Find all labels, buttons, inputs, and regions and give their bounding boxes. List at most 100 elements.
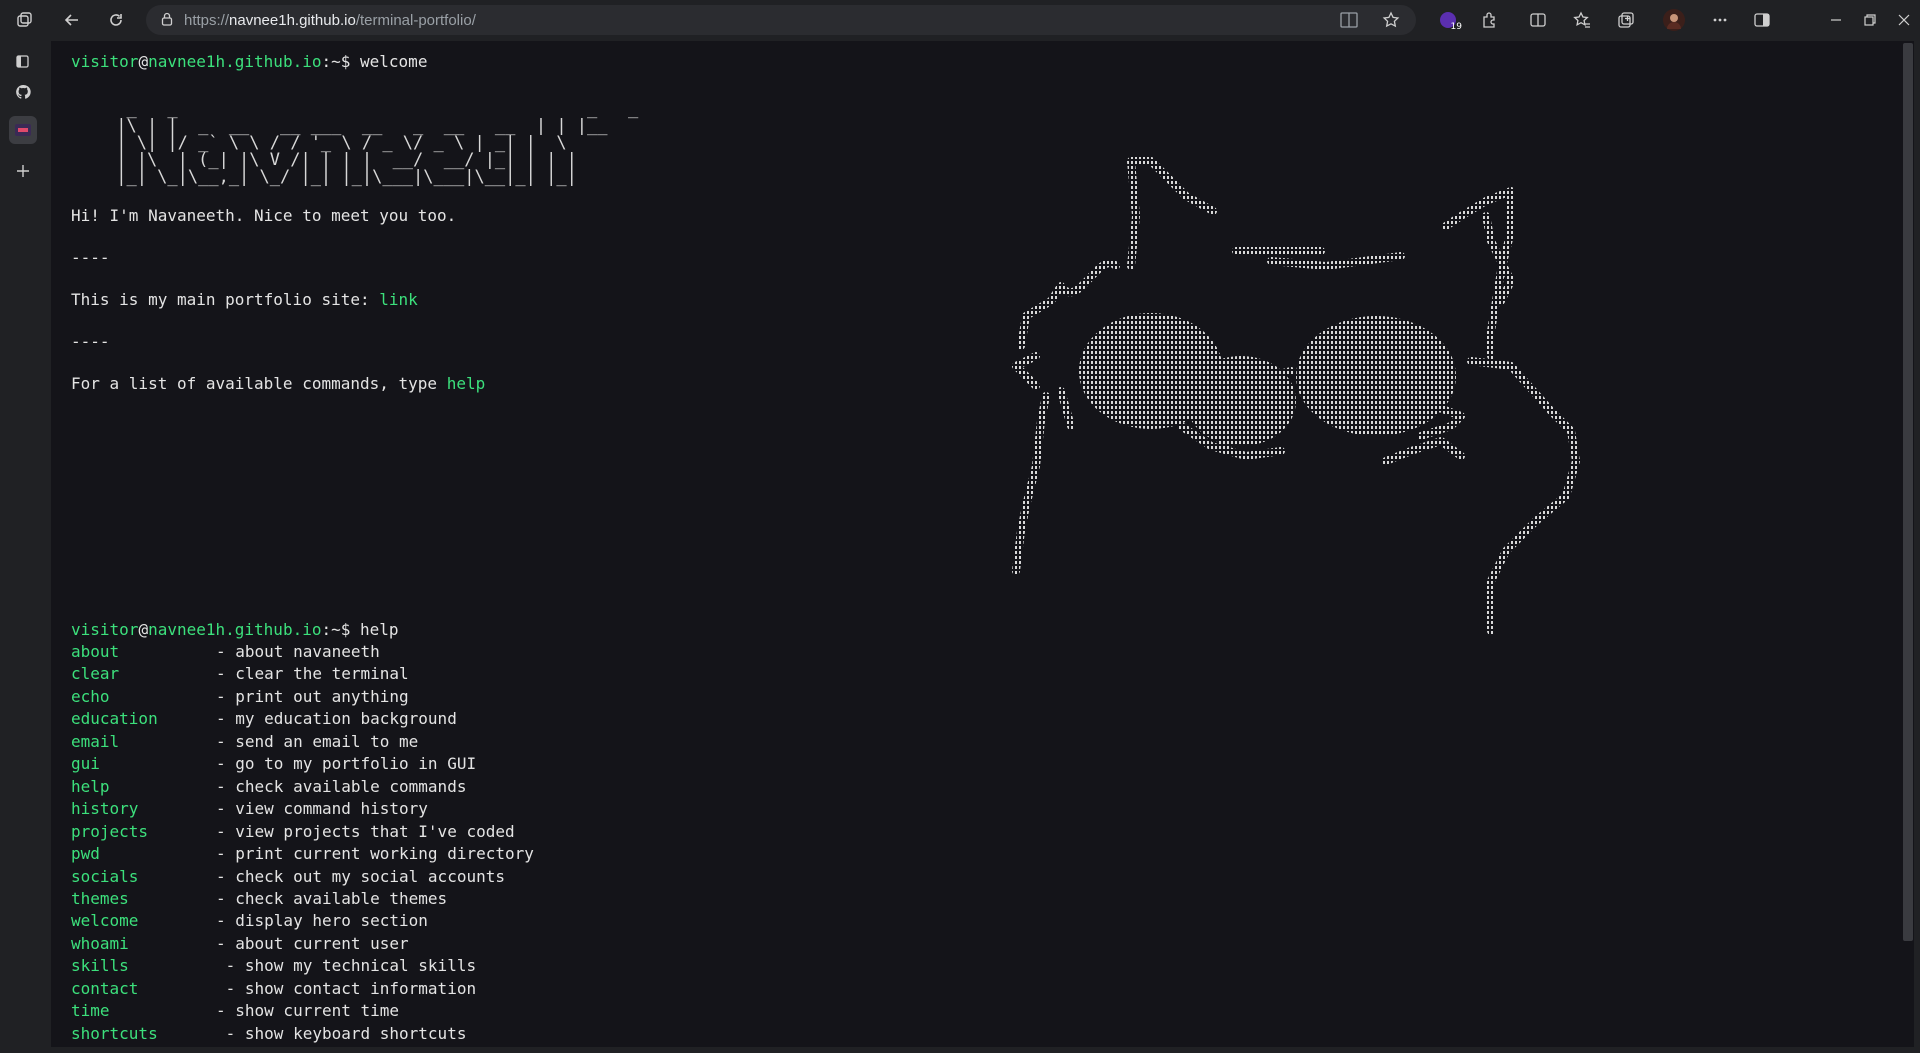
command-description: - view command history (216, 799, 428, 819)
prompt-at: @ (138, 52, 149, 71)
more-icon[interactable] (1706, 6, 1734, 34)
command-row-pwd: pwd - print current working directory (71, 843, 534, 865)
command-row-email: email - send an email to me (71, 731, 418, 753)
command-description: - print out anything (216, 686, 409, 706)
command-name[interactable]: contact (71, 978, 216, 1000)
command-row-education: education - my education background (71, 708, 457, 730)
command-description: - check out my social accounts (216, 866, 505, 886)
prompt-suffix: :~$ (321, 620, 351, 639)
command-description: - show contact information (216, 978, 477, 998)
command-row-gui: gui - go to my portfolio in GUI (71, 753, 476, 775)
browser-sidebar (0, 40, 46, 1053)
close-icon[interactable] (1890, 6, 1918, 34)
command-row-socials: socials - check out my social accounts (71, 866, 505, 888)
command-row-projects: projects - view projects that I've coded (71, 821, 515, 843)
workspaces-icon[interactable] (10, 6, 38, 34)
command-name[interactable]: projects (71, 821, 216, 843)
favorites-icon[interactable] (1568, 6, 1596, 34)
command-row-contact: contact - show contact information (71, 978, 476, 1000)
command-name[interactable]: time (71, 1000, 216, 1022)
back-icon[interactable] (58, 6, 86, 34)
extension-icon[interactable] (1476, 6, 1504, 34)
command-description: - go to my portfolio in GUI (216, 754, 477, 774)
prompt-line-help: visitor@navnee1h.github.io:~$ help (71, 619, 399, 641)
command-name[interactable]: shortcuts (71, 1023, 216, 1045)
command-description: - show keyboard shortcuts (216, 1023, 467, 1043)
command-description: - about current user (216, 933, 409, 953)
command-name[interactable]: echo (71, 686, 216, 708)
help-hint-text: For a list of available commands, type (71, 374, 447, 393)
profile-avatar[interactable] (1660, 6, 1688, 34)
star-icon[interactable] (1382, 11, 1400, 33)
portfolio-line: This is my main portfolio site: link (71, 289, 418, 311)
greeting-text: Hi! I'm Navaneeth. Nice to meet you too. (71, 206, 457, 225)
command-name[interactable]: about (71, 641, 216, 663)
command-name[interactable]: education (71, 708, 216, 730)
prompt-at: @ (138, 620, 149, 639)
terminal-window[interactable]: visitor@navnee1h.github.io:~$ welcome _ … (51, 41, 1900, 1047)
prompt-user: visitor (71, 52, 139, 71)
prompt-host: navnee1h.github.io (148, 620, 322, 639)
lock-icon[interactable] (160, 11, 174, 30)
extension-badge-icon[interactable]: 19 (1434, 6, 1462, 34)
command-row-echo: echo - print out anything (71, 686, 409, 708)
command-row-shortcuts: shortcuts - show keyboard shortcuts (71, 1023, 466, 1045)
separator-1: ---- (71, 248, 110, 267)
minimize-icon[interactable] (1822, 6, 1850, 34)
prompt-host: navnee1h.github.io (148, 52, 322, 71)
command-name[interactable]: whoami (71, 933, 216, 955)
scrollbar-thumb[interactable] (1903, 43, 1913, 941)
command-name[interactable]: socials (71, 866, 216, 888)
terminal-app-icon[interactable] (9, 116, 37, 144)
command-description: - view projects that I've coded (216, 821, 515, 841)
command-row-history: history - view command history (71, 798, 428, 820)
command-row-welcome: welcome - display hero section (71, 910, 428, 932)
restore-icon[interactable] (1856, 6, 1884, 34)
ascii-title: _ _ _ _ |\ | | _ __ __ ___ __ _ __ __ | … (116, 99, 639, 187)
command-description: - check available commands (216, 776, 467, 796)
command-name[interactable]: welcome (71, 910, 216, 932)
command-row-help: help - check available commands (71, 776, 466, 798)
split-screen-icon[interactable] (1524, 6, 1552, 34)
command-row-themes: themes - check available themes (71, 888, 447, 910)
sidebar-toggle-icon[interactable] (1748, 6, 1776, 34)
command-name[interactable]: skills (71, 955, 216, 977)
portfolio-text: This is my main portfolio site: (71, 290, 380, 309)
command-row-about: about - about navaneeth (71, 641, 380, 663)
command-help: help (360, 620, 399, 639)
command-description: - my education background (216, 709, 457, 729)
collections-icon[interactable] (1612, 6, 1640, 34)
help-link[interactable]: help (447, 374, 486, 393)
help-hint-line: For a list of available commands, type h… (71, 373, 485, 395)
command-description: - display hero section (216, 911, 428, 931)
command-row-skills: skills - show my technical skills (71, 955, 476, 977)
command-name[interactable]: themes (71, 888, 216, 910)
command-name[interactable]: help (71, 776, 216, 798)
plus-icon[interactable] (9, 157, 37, 185)
command-row-time: time - show current time (71, 1000, 399, 1022)
command-name[interactable]: pwd (71, 843, 216, 865)
separator-2: ---- (71, 332, 110, 351)
prompt-user: visitor (71, 620, 139, 639)
command-name[interactable]: gui (71, 753, 216, 775)
command-row-whoami: whoami - about current user (71, 933, 409, 955)
command-description: - about navaneeth (216, 642, 380, 661)
browser-titlebar: https://navnee1h.github.io/terminal-port… (0, 0, 1920, 40)
refresh-icon[interactable] (102, 6, 130, 34)
reader-mode-icon[interactable] (1340, 12, 1358, 32)
github-icon[interactable] (9, 78, 37, 106)
command-row-clear: clear - clear the terminal (71, 663, 409, 685)
command-description: - clear the terminal (216, 664, 409, 684)
address-bar[interactable]: https://navnee1h.github.io/terminal-port… (146, 5, 1416, 35)
tabs-icon[interactable] (9, 47, 37, 75)
ascii-cat-art (1012, 157, 1580, 635)
command-name[interactable]: clear (71, 663, 216, 685)
command-description: - show my technical skills (216, 956, 477, 976)
command-description: - check available themes (216, 888, 448, 908)
url-text[interactable]: https://navnee1h.github.io/terminal-port… (184, 12, 476, 29)
command-description: - send an email to me (216, 731, 419, 751)
prompt-suffix: :~$ (321, 52, 351, 71)
portfolio-link[interactable]: link (379, 290, 418, 309)
command-name[interactable]: history (71, 798, 216, 820)
command-name[interactable]: email (71, 731, 216, 753)
